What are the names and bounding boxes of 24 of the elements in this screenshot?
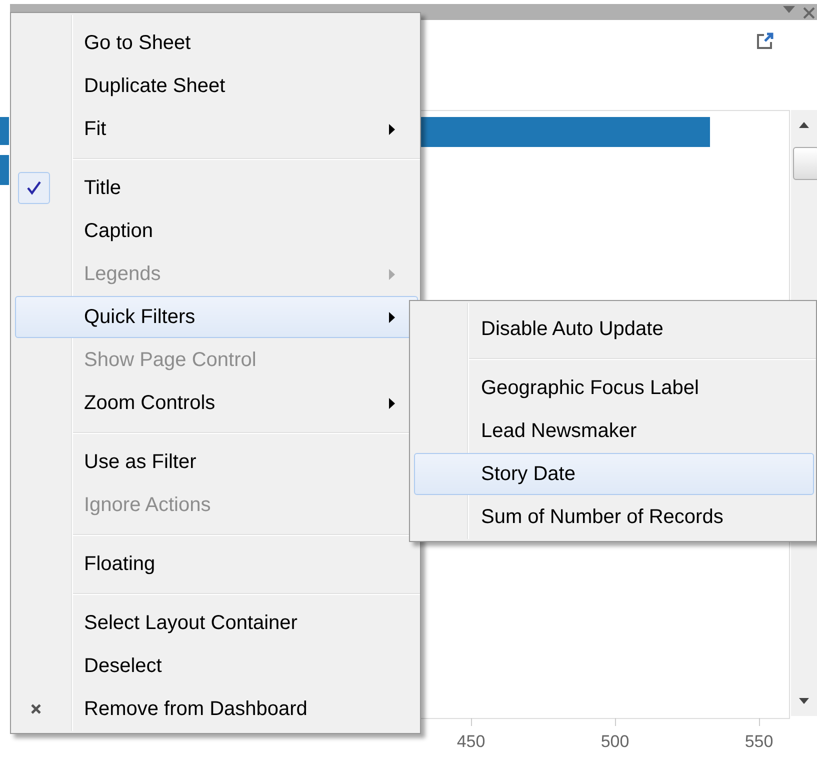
chart-bar [0, 155, 9, 185]
menu-item[interactable]: Duplicate Sheet [15, 65, 418, 107]
remove-icon [31, 704, 41, 714]
close-icon[interactable] [803, 7, 815, 19]
scroll-up-icon[interactable] [799, 122, 809, 128]
menu-item[interactable]: Remove from Dashboard [15, 688, 418, 730]
menu-item[interactable]: Story Date [414, 453, 814, 495]
popout-icon[interactable] [756, 32, 774, 50]
menu-item[interactable]: Deselect [15, 645, 418, 687]
menu-item[interactable]: Caption [15, 210, 418, 252]
scroll-down-icon[interactable] [799, 698, 809, 704]
chart-bar [0, 117, 9, 145]
menu-item[interactable]: Fit [15, 108, 418, 150]
dropdown-arrow-icon[interactable] [783, 6, 795, 14]
axis-tick-label: 450 [456, 732, 486, 752]
menu-item[interactable]: Title [15, 167, 418, 209]
menu-item[interactable]: Go to Sheet [15, 22, 418, 64]
scrollbar-thumb[interactable] [793, 147, 817, 180]
menu-item[interactable]: Select Layout Container [15, 602, 418, 644]
menu-item[interactable]: Quick Filters [15, 296, 418, 338]
axis-tick-label: 550 [744, 732, 774, 752]
axis-tick-label: 500 [600, 732, 630, 752]
menu-item[interactable]: Floating [15, 543, 418, 585]
menu-item[interactable]: Sum of Number of Records [414, 496, 814, 538]
